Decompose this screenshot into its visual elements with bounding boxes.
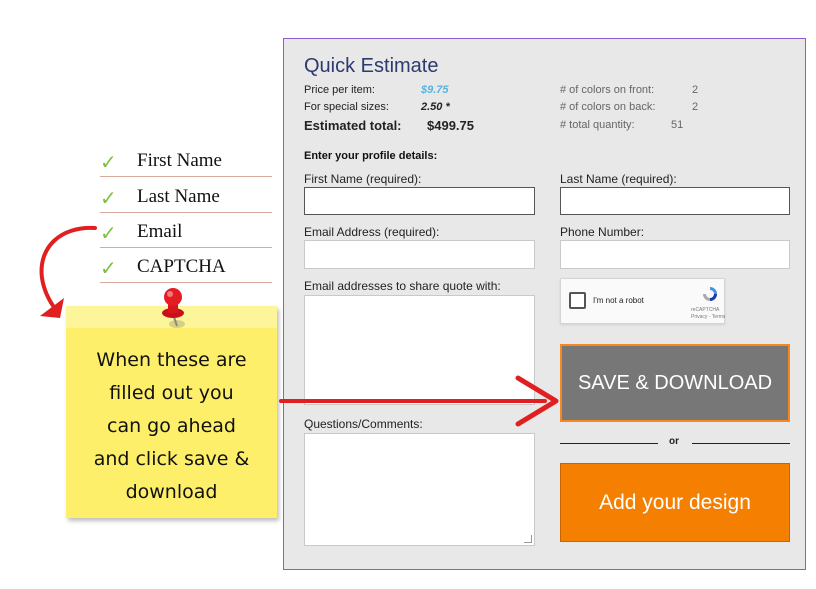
checklist-label: Last Name bbox=[137, 186, 220, 207]
colors-front-row: # of colors on front: 2 bbox=[560, 84, 698, 96]
share-emails-textarea[interactable] bbox=[304, 295, 535, 405]
colors-back-row: # of colors on back: 2 bbox=[560, 101, 698, 113]
email-field[interactable] bbox=[304, 240, 535, 269]
first-name-field[interactable] bbox=[304, 187, 535, 215]
checkmark-icon: ✓ bbox=[100, 223, 117, 245]
recaptcha-terms[interactable]: Privacy - Terms bbox=[691, 314, 725, 320]
price-per-item-row: Price per item: $9.75 bbox=[304, 84, 449, 96]
colors-front-label: # of colors on front: bbox=[560, 84, 655, 96]
last-name-label: Last Name (required): bbox=[560, 172, 677, 186]
recaptcha-logo-icon bbox=[703, 287, 717, 301]
profile-section-label: Enter your profile details: bbox=[304, 150, 438, 162]
phone-label: Phone Number: bbox=[560, 225, 645, 239]
checklist-label: First Name bbox=[137, 150, 222, 171]
checkmark-icon: ✓ bbox=[100, 188, 117, 210]
pushpin-icon bbox=[162, 288, 185, 328]
note-line: When these are bbox=[96, 349, 247, 371]
colors-front-value: 2 bbox=[692, 84, 699, 96]
total-value: $499.75 bbox=[427, 118, 474, 133]
recaptcha-label: I'm not a robot bbox=[593, 296, 644, 305]
checklist-item-captcha: ✓ CAPTCHA bbox=[100, 256, 272, 283]
or-separator: or bbox=[669, 436, 679, 447]
recaptcha-checkbox[interactable] bbox=[569, 292, 586, 309]
special-sizes-value: 2.50 * bbox=[421, 101, 450, 113]
checkmark-icon: ✓ bbox=[100, 258, 117, 280]
sticky-note: When these are filled out you can go ahe… bbox=[66, 306, 277, 518]
phone-field[interactable] bbox=[560, 240, 790, 269]
colors-back-label: # of colors on back: bbox=[560, 101, 656, 113]
price-label: Price per item: bbox=[304, 84, 375, 96]
resize-handle-icon[interactable] bbox=[524, 535, 532, 543]
special-sizes-label: For special sizes: bbox=[304, 101, 389, 113]
special-sizes-row: For special sizes: 2.50 * bbox=[304, 101, 450, 113]
checklist-item-email: ✓ Email bbox=[100, 221, 272, 248]
checkmark-icon: ✓ bbox=[100, 152, 117, 174]
note-line: can go ahead bbox=[107, 415, 236, 437]
note-line: download bbox=[125, 481, 218, 503]
email-label: Email Address (required): bbox=[304, 225, 440, 239]
quick-estimate-panel: Quick Estimate Price per item: $9.75 For… bbox=[283, 38, 806, 570]
first-name-label: First Name (required): bbox=[304, 172, 422, 186]
estimated-total-row: Estimated total: $499.75 bbox=[304, 118, 474, 133]
comments-label: Questions/Comments: bbox=[304, 417, 423, 431]
last-name-field[interactable] bbox=[560, 187, 790, 215]
price-value: $9.75 bbox=[421, 84, 449, 96]
comments-textarea[interactable] bbox=[304, 433, 535, 546]
colors-back-value: 2 bbox=[692, 101, 699, 113]
curved-arrow-head-icon bbox=[40, 298, 64, 318]
quantity-label: # total quantity: bbox=[560, 119, 635, 131]
curved-arrow-icon bbox=[39, 225, 97, 312]
note-text: When these are filled out you can go ahe… bbox=[66, 344, 277, 509]
checklist-label: CAPTCHA bbox=[137, 256, 226, 277]
note-line: and click save & bbox=[93, 448, 250, 470]
checklist-item-first-name: ✓ First Name bbox=[100, 150, 272, 177]
recaptcha-brand: reCAPTCHA bbox=[691, 307, 720, 313]
checklist-item-last-name: ✓ Last Name bbox=[100, 186, 272, 213]
divider-right bbox=[692, 443, 790, 444]
checklist-label: Email bbox=[137, 221, 183, 242]
note-line: filled out you bbox=[109, 382, 234, 404]
panel-title: Quick Estimate bbox=[304, 55, 439, 77]
save-download-button[interactable]: SAVE & DOWNLOAD bbox=[560, 344, 790, 422]
recaptcha-widget: I'm not a robot reCAPTCHA Privacy - Term… bbox=[560, 278, 725, 324]
add-design-button[interactable]: Add your design bbox=[560, 463, 790, 542]
total-quantity-row: # total quantity: 51 bbox=[560, 119, 683, 131]
quantity-value: 51 bbox=[671, 119, 684, 131]
divider-left bbox=[560, 443, 658, 444]
total-label: Estimated total: bbox=[304, 118, 402, 133]
share-emails-label: Email addresses to share quote with: bbox=[304, 279, 501, 293]
